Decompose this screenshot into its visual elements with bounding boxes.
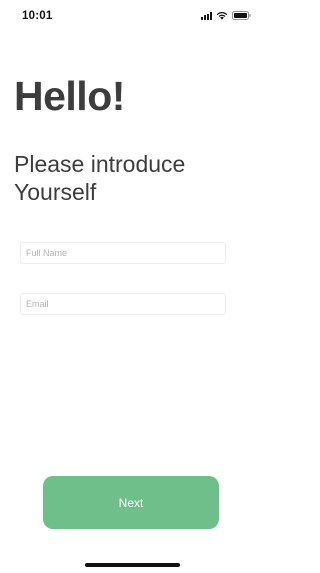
page-title: Hello! (14, 73, 125, 119)
full-name-input[interactable] (20, 242, 226, 264)
status-icons (201, 11, 251, 20)
status-bar: 10:01 (0, 0, 265, 32)
next-button[interactable]: Next (43, 476, 219, 529)
battery-icon (232, 11, 251, 20)
home-indicator[interactable] (85, 563, 180, 567)
wifi-icon (216, 11, 228, 20)
page-subtitle: Please introduce Yourself (14, 151, 186, 205)
email-input[interactable] (20, 293, 226, 315)
status-time: 10:01 (22, 10, 53, 22)
signal-icon (201, 11, 212, 20)
